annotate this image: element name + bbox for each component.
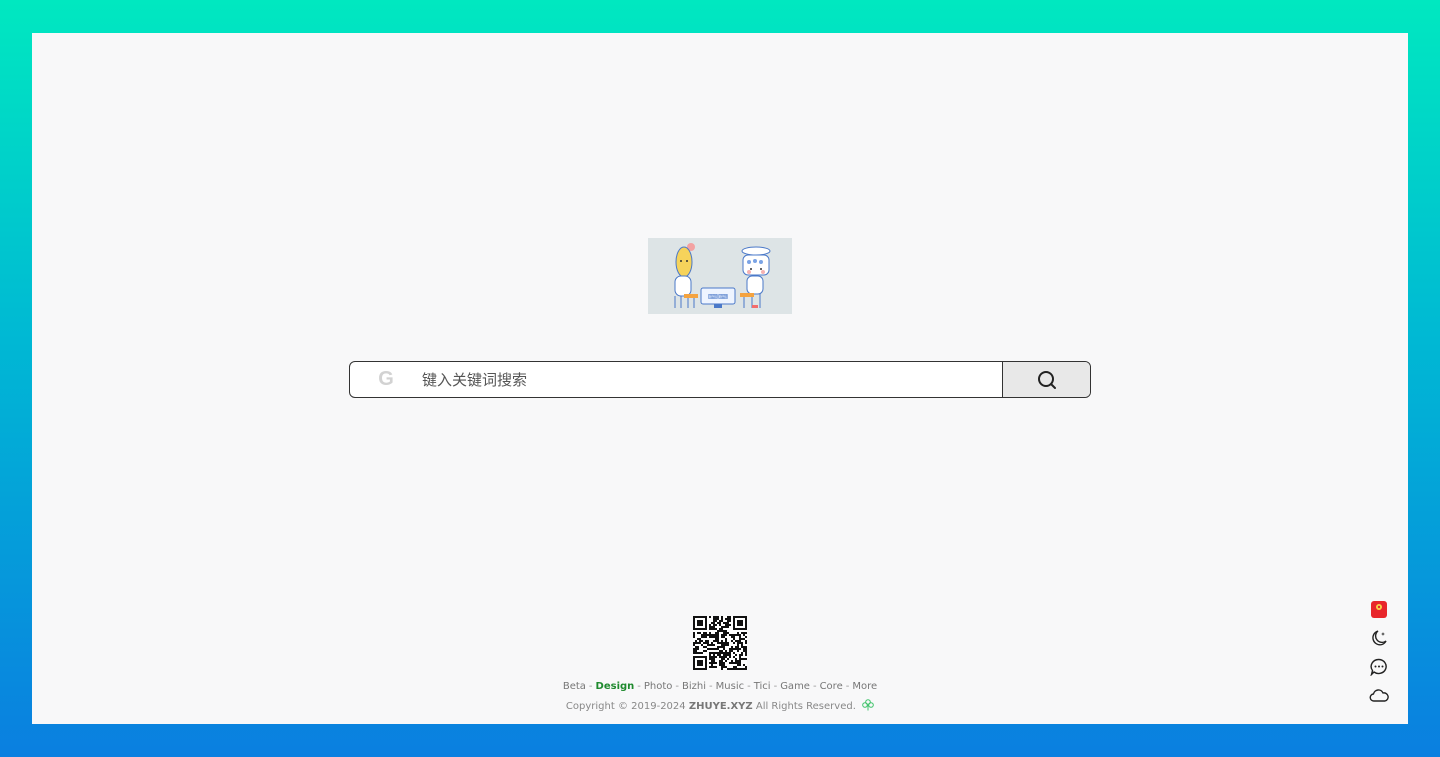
page-card: ⌨⌨ G Beta-Desi (32, 33, 1408, 724)
footer-separator: - (709, 681, 713, 692)
moon-icon[interactable] (1369, 629, 1389, 647)
footer-separator: - (845, 681, 850, 692)
search-button[interactable] (1002, 362, 1090, 397)
footer-nav: Beta - Design - Photo - Bizhi - Music - Tici - Game -… (32, 681, 1408, 692)
footer-link-beta[interactable]: Beta (563, 681, 586, 692)
search-input[interactable] (422, 362, 1002, 397)
footer-link-core[interactable]: Core (820, 681, 843, 692)
red-envelope-icon[interactable] (1369, 600, 1389, 618)
search-bar: G (349, 361, 1091, 398)
google-icon[interactable]: G (350, 362, 422, 397)
clover-icon (862, 699, 874, 711)
qr-code (693, 616, 747, 670)
footer-separator: - (675, 681, 680, 692)
copyright-site: ZHUYE.XYZ (688, 701, 753, 712)
hero-illustration: ⌨⌨ (648, 238, 792, 314)
footer-link-tici[interactable]: Tici (754, 681, 771, 692)
engine-letter: G (378, 368, 394, 390)
footer-link-design[interactable]: Design (596, 681, 635, 692)
footer-link-music[interactable]: Music (716, 681, 744, 692)
footer-separator: - (773, 681, 778, 692)
footer-separator: - (747, 681, 751, 692)
side-toolbar (1368, 600, 1390, 705)
copyright-suffix: All Rights Reserved. (755, 701, 856, 712)
cloud-icon[interactable] (1369, 687, 1389, 705)
footer-separator: - (637, 681, 641, 692)
footer-link-bizhi[interactable]: Bizhi (682, 681, 706, 692)
footer-link-game[interactable]: Game (780, 681, 810, 692)
footer-link-photo[interactable]: Photo (644, 681, 673, 692)
copyright-prefix: Copyright © 2019-2024 (565, 701, 686, 712)
footer-separator: - (588, 681, 593, 692)
search-icon (1037, 370, 1056, 389)
footer-link-more[interactable]: More (852, 681, 877, 692)
svg-text:⌨⌨: ⌨⌨ (708, 293, 728, 301)
copyright: Copyright © 2019-2024 ZHUYE.XYZ All Righ… (32, 699, 1408, 712)
chat-icon[interactable] (1369, 658, 1389, 676)
footer-separator: - (812, 681, 817, 692)
